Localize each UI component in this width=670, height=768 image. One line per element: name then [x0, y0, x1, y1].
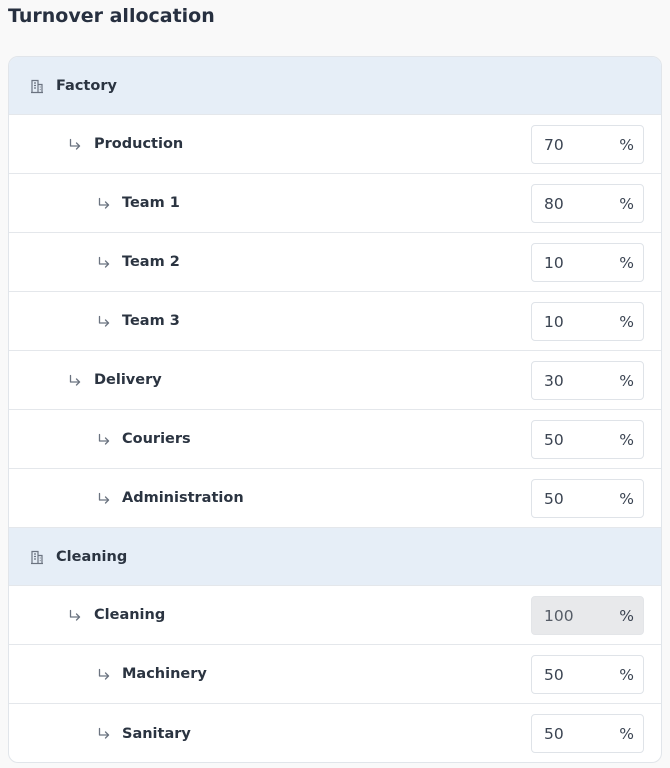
- percentage-input[interactable]: [532, 244, 614, 281]
- row-label: Delivery: [94, 372, 162, 388]
- group-label: Cleaning: [56, 548, 128, 565]
- percentage-input[interactable]: [532, 303, 614, 340]
- percentage-field[interactable]: %: [531, 714, 644, 753]
- percentage-field[interactable]: %: [531, 361, 644, 400]
- group-label: Factory: [56, 77, 117, 94]
- allocation-row: Administration%: [9, 469, 661, 528]
- percent-sign: %: [619, 371, 634, 390]
- subdirectory-arrow-icon: [97, 726, 111, 740]
- allocation-row: Production%: [9, 115, 661, 174]
- percent-sign: %: [619, 194, 634, 213]
- row-label: Team 2: [122, 254, 180, 270]
- group-header: Cleaning: [9, 528, 661, 586]
- percentage-field[interactable]: %: [531, 655, 644, 694]
- subdirectory-arrow-icon: [97, 196, 111, 210]
- percentage-input[interactable]: [532, 656, 614, 693]
- building-icon: [29, 78, 45, 94]
- percentage-input[interactable]: [532, 185, 614, 222]
- percentage-input[interactable]: [532, 126, 614, 163]
- subdirectory-arrow-icon: [97, 255, 111, 269]
- percentage-field[interactable]: %: [531, 243, 644, 282]
- percent-sign: %: [619, 724, 634, 743]
- percentage-input[interactable]: [532, 715, 614, 752]
- percentage-input: [532, 597, 614, 634]
- allocation-row: Cleaning%: [9, 586, 661, 645]
- subdirectory-arrow-icon: [68, 373, 82, 387]
- percent-sign: %: [619, 430, 634, 449]
- subdirectory-arrow-icon: [97, 432, 111, 446]
- percent-sign: %: [619, 253, 634, 272]
- percentage-input[interactable]: [532, 362, 614, 399]
- row-label: Team 3: [122, 313, 180, 329]
- subdirectory-arrow-icon: [97, 491, 111, 505]
- allocation-row: Team 2%: [9, 233, 661, 292]
- percentage-input[interactable]: [532, 480, 614, 517]
- row-label: Team 1: [122, 195, 180, 211]
- page-title: Turnover allocation: [8, 5, 215, 27]
- row-label: Administration: [122, 490, 244, 506]
- allocation-row: Sanitary%: [9, 704, 661, 762]
- subdirectory-arrow-icon: [68, 137, 82, 151]
- percent-sign: %: [619, 312, 634, 331]
- group-header: Factory: [9, 57, 661, 115]
- row-label: Production: [94, 136, 184, 152]
- percentage-input[interactable]: [532, 421, 614, 458]
- allocation-row: Machinery%: [9, 645, 661, 704]
- row-label: Couriers: [122, 431, 191, 447]
- subdirectory-arrow-icon: [68, 608, 82, 622]
- subdirectory-arrow-icon: [97, 314, 111, 328]
- percentage-field[interactable]: %: [531, 125, 644, 164]
- subdirectory-arrow-icon: [97, 667, 111, 681]
- percent-sign: %: [619, 606, 634, 625]
- percent-sign: %: [619, 135, 634, 154]
- row-label: Machinery: [122, 666, 207, 682]
- percentage-field[interactable]: %: [531, 420, 644, 459]
- allocation-row: Delivery%: [9, 351, 661, 410]
- building-icon: [29, 549, 45, 565]
- allocation-table: FactoryProduction%Team 1%Team 2%Team 3%D…: [8, 56, 662, 763]
- percentage-field[interactable]: %: [531, 479, 644, 518]
- percent-sign: %: [619, 665, 634, 684]
- percent-sign: %: [619, 489, 634, 508]
- percentage-field[interactable]: %: [531, 302, 644, 341]
- percentage-field[interactable]: %: [531, 184, 644, 223]
- row-label: Cleaning: [94, 607, 166, 623]
- allocation-row: Team 1%: [9, 174, 661, 233]
- allocation-row: Team 3%: [9, 292, 661, 351]
- allocation-row: Couriers%: [9, 410, 661, 469]
- row-label: Sanitary: [122, 725, 191, 742]
- percentage-field: %: [531, 596, 644, 635]
